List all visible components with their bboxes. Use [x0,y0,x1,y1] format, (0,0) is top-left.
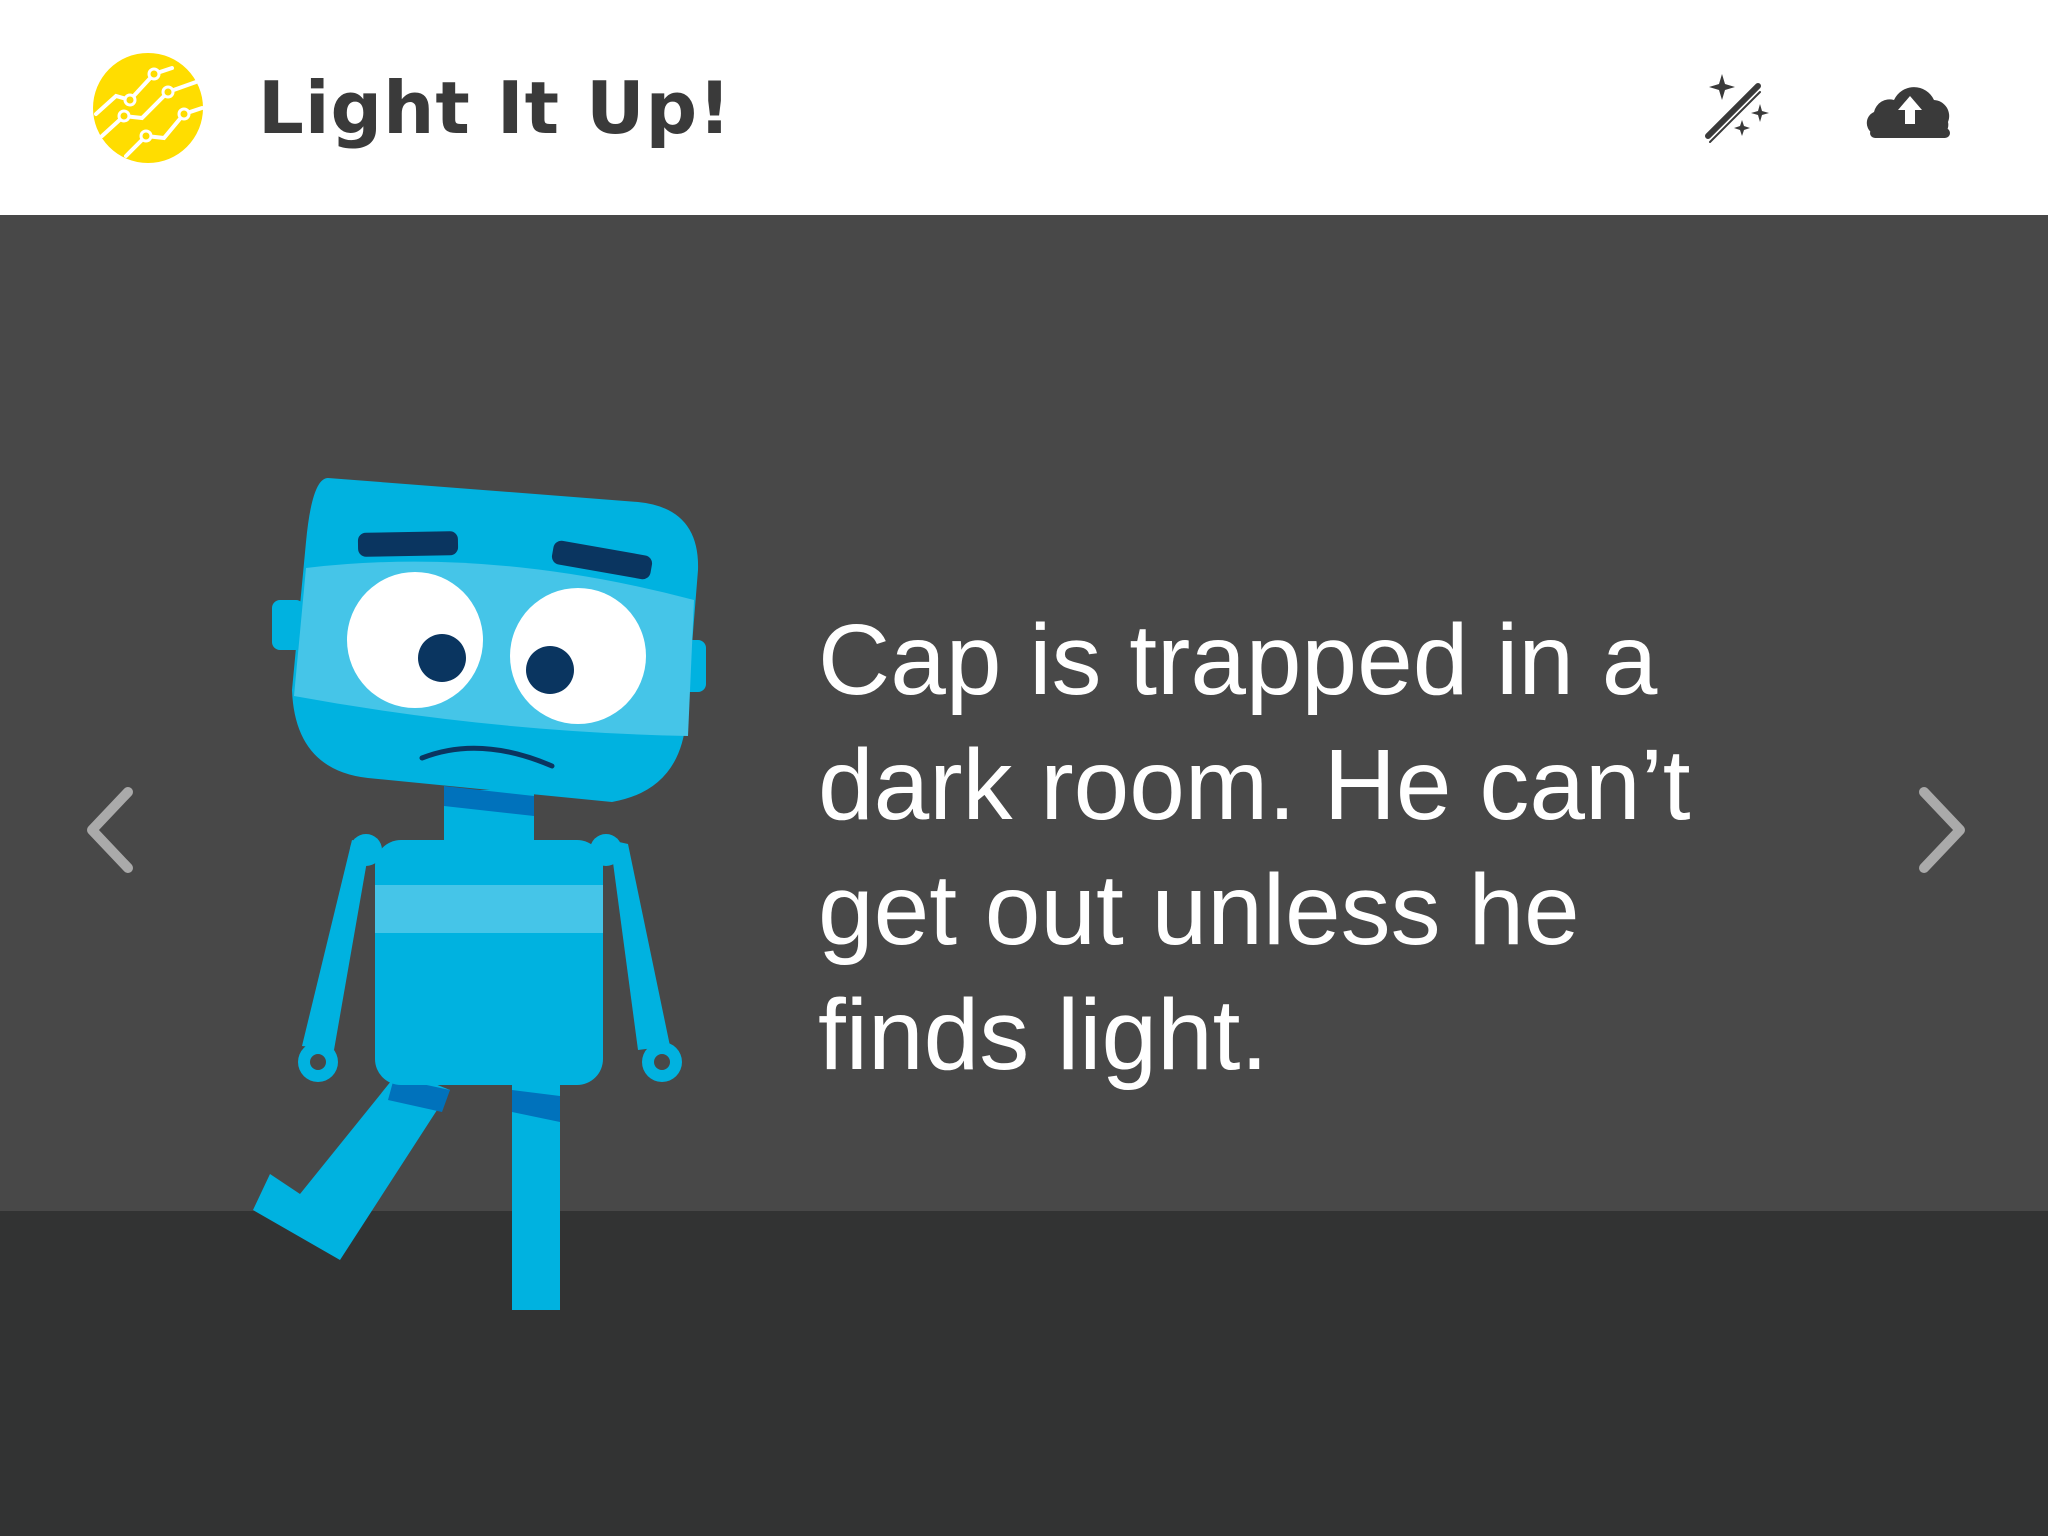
circuit-logo-icon [92,52,204,164]
next-page-button[interactable] [1904,780,1974,880]
magic-wand-button[interactable] [1698,70,1778,150]
cloud-upload-icon [1866,87,1950,138]
chevron-right-icon [1919,787,1965,873]
cloud-upload-button[interactable] [1860,70,1960,150]
story-text: Cap is trapped in a dark room. He can’t … [818,604,1691,1091]
cap-robot-character [240,460,720,1355]
app-title: Light It Up! [258,66,732,150]
chevron-left-icon [87,787,133,873]
previous-page-button[interactable] [78,780,148,880]
app-header: Light It Up! [0,0,2048,215]
magic-wand-icon [1705,74,1769,143]
